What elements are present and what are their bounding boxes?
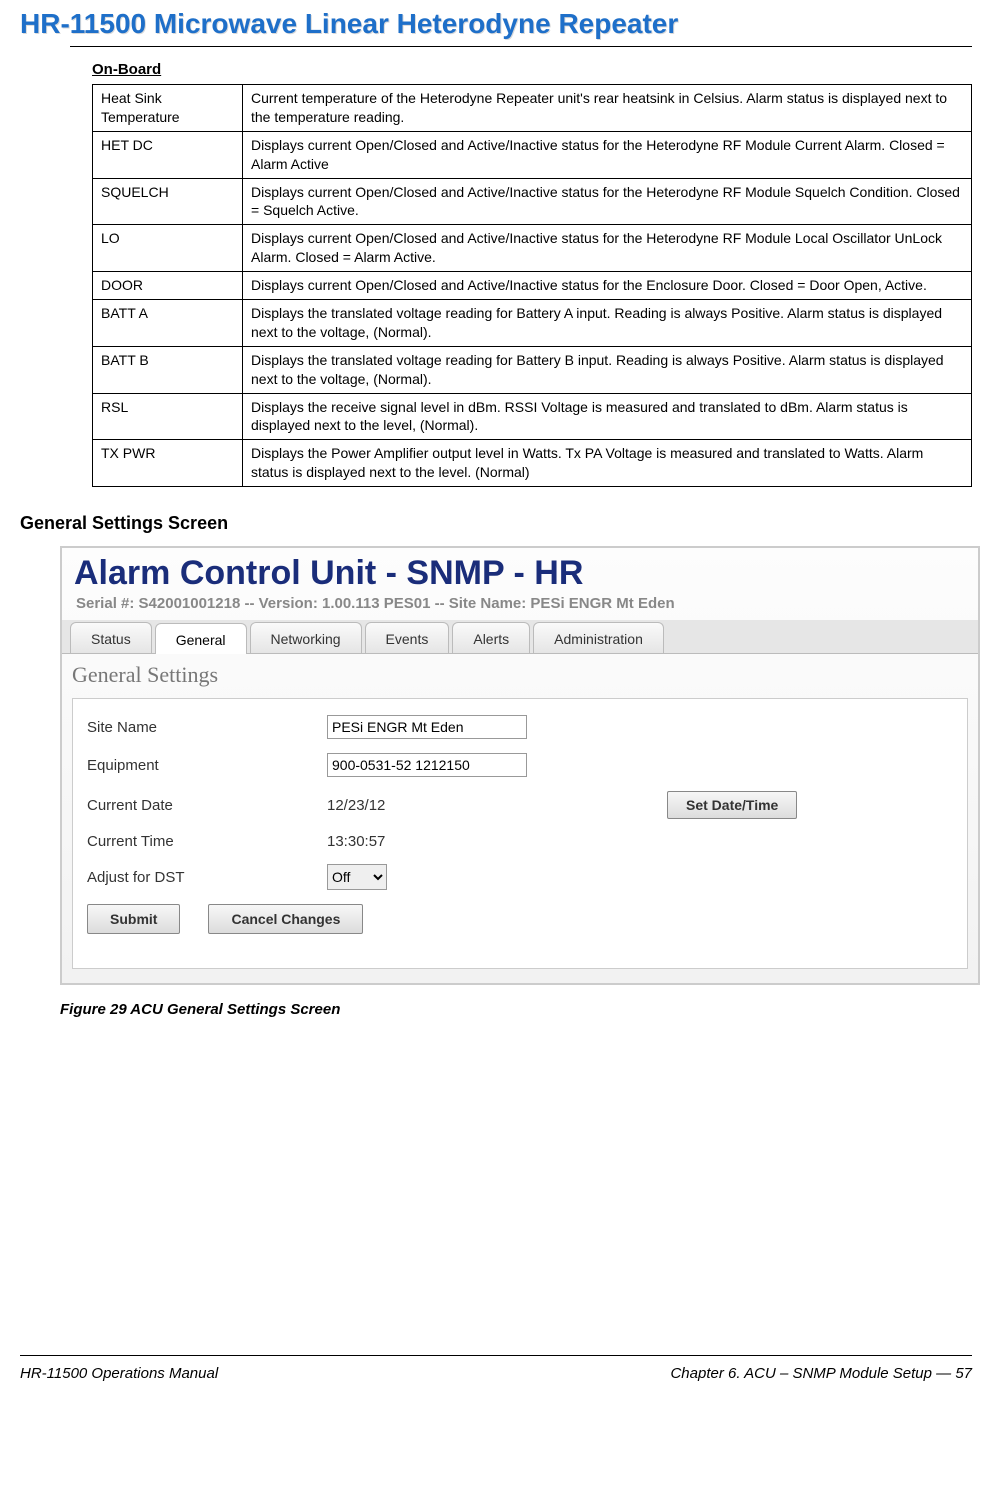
- section-label: On-Board: [92, 61, 972, 78]
- table-value: Displays current Open/Closed and Active/…: [243, 131, 972, 178]
- acu-subtitle: Serial #: S42001001218 -- Version: 1.00.…: [76, 595, 978, 612]
- table-value: Displays current Open/Closed and Active/…: [243, 178, 972, 225]
- table-key: HET DC: [93, 131, 243, 178]
- table-value: Displays the translated voltage reading …: [243, 346, 972, 393]
- submit-button[interactable]: Submit: [87, 904, 180, 934]
- table-value: Displays the translated voltage reading …: [243, 300, 972, 347]
- label-site-name: Site Name: [87, 719, 327, 736]
- acu-title: Alarm Control Unit - SNMP - HR: [74, 554, 978, 593]
- table-key: RSL: [93, 393, 243, 440]
- tab-general[interactable]: General: [155, 623, 247, 654]
- table-row: RSLDisplays the receive signal level in …: [93, 393, 972, 440]
- table-value: Displays current Open/Closed and Active/…: [243, 272, 972, 300]
- acu-screenshot: Alarm Control Unit - SNMP - HR Serial #:…: [60, 546, 980, 985]
- table-key: BATT B: [93, 346, 243, 393]
- table-row: BATT BDisplays the translated voltage re…: [93, 346, 972, 393]
- tab-administration[interactable]: Administration: [533, 622, 664, 653]
- table-row: BATT ADisplays the translated voltage re…: [93, 300, 972, 347]
- footer-right: Chapter 6. ACU – SNMP Module Setup — 57: [670, 1365, 972, 1382]
- equipment-input[interactable]: [327, 753, 527, 777]
- table-row: DOORDisplays current Open/Closed and Act…: [93, 272, 972, 300]
- table-value: Displays the receive signal level in dBm…: [243, 393, 972, 440]
- tab-events[interactable]: Events: [365, 622, 450, 653]
- label-current-time: Current Time: [87, 833, 327, 850]
- table-row: TX PWRDisplays the Power Amplifier outpu…: [93, 440, 972, 487]
- tab-alerts[interactable]: Alerts: [452, 622, 530, 653]
- table-key: TX PWR: [93, 440, 243, 487]
- dst-select[interactable]: Off: [327, 864, 387, 890]
- doc-title: HR-11500 Microwave Linear Heterodyne Rep…: [20, 8, 972, 40]
- label-equipment: Equipment: [87, 757, 327, 774]
- label-dst: Adjust for DST: [87, 869, 327, 886]
- site-name-input[interactable]: [327, 715, 527, 739]
- footer-left: HR-11500 Operations Manual: [20, 1365, 218, 1382]
- cancel-button[interactable]: Cancel Changes: [208, 904, 363, 934]
- onboard-table: Heat Sink TemperatureCurrent temperature…: [92, 84, 972, 487]
- table-key: Heat Sink Temperature: [93, 85, 243, 132]
- table-key: SQUELCH: [93, 178, 243, 225]
- table-value: Current temperature of the Heterodyne Re…: [243, 85, 972, 132]
- current-time-value: 13:30:57: [327, 833, 385, 850]
- panel-title: General Settings: [72, 662, 978, 688]
- figure-caption: Figure 29 ACU General Settings Screen: [60, 1001, 972, 1018]
- table-key: BATT A: [93, 300, 243, 347]
- label-current-date: Current Date: [87, 797, 327, 814]
- table-value: Displays the Power Amplifier output leve…: [243, 440, 972, 487]
- heading-general-settings: General Settings Screen: [20, 513, 972, 534]
- table-row: Heat Sink TemperatureCurrent temperature…: [93, 85, 972, 132]
- table-row: SQUELCHDisplays current Open/Closed and …: [93, 178, 972, 225]
- divider: [70, 46, 972, 47]
- page-footer: HR-11500 Operations Manual Chapter 6. AC…: [20, 1364, 972, 1382]
- table-key: DOOR: [93, 272, 243, 300]
- current-date-value: 12/23/12: [327, 797, 667, 814]
- table-key: LO: [93, 225, 243, 272]
- table-row: HET DCDisplays current Open/Closed and A…: [93, 131, 972, 178]
- table-row: LODisplays current Open/Closed and Activ…: [93, 225, 972, 272]
- set-date-time-button[interactable]: Set Date/Time: [667, 791, 797, 819]
- table-value: Displays current Open/Closed and Active/…: [243, 225, 972, 272]
- tab-networking[interactable]: Networking: [250, 622, 362, 653]
- form-area: Site Name Equipment Current Date 12/23/1…: [72, 698, 968, 969]
- tab-bar: StatusGeneralNetworkingEventsAlertsAdmin…: [62, 620, 978, 654]
- tab-status[interactable]: Status: [70, 622, 152, 653]
